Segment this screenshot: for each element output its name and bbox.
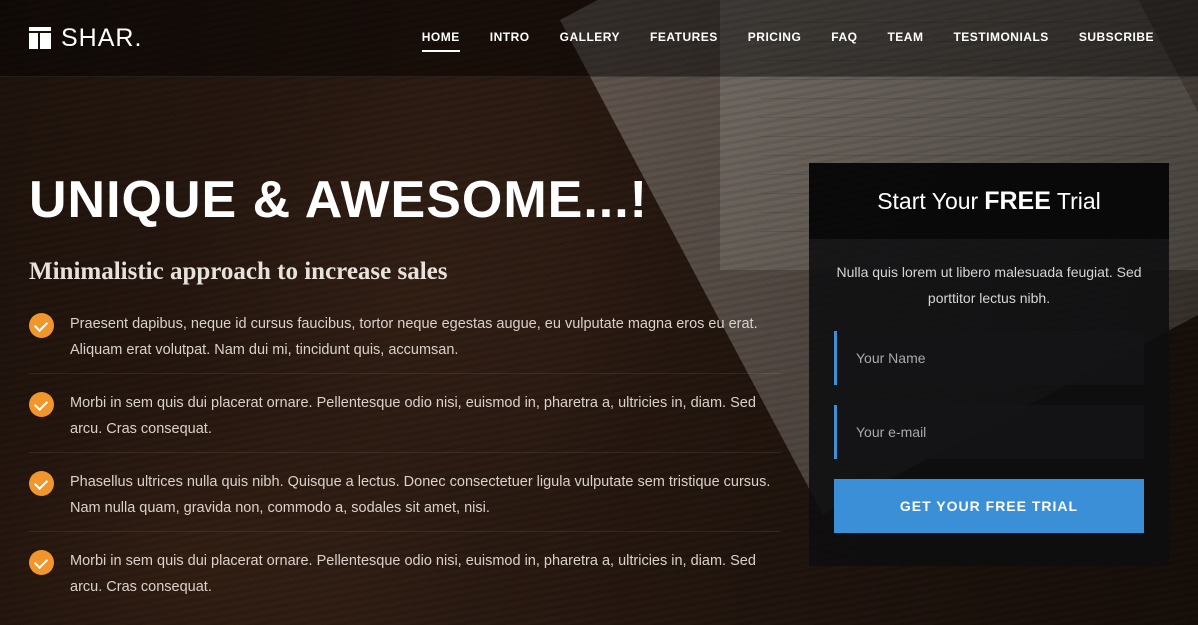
check-circle-icon [29, 392, 54, 417]
email-input[interactable] [834, 405, 1144, 459]
trial-title-start: Start Your [877, 187, 979, 214]
nav-item-faq[interactable]: FAQ [831, 30, 857, 50]
feature-text: Morbi in sem quis dui placerat ornare. P… [70, 553, 756, 595]
free-trial-panel: Start Your FREE Trial Nulla quis lorem u… [809, 163, 1169, 566]
feature-item: Morbi in sem quis dui placerat ornare. P… [29, 384, 781, 453]
check-circle-icon [29, 471, 54, 496]
feature-text: Morbi in sem quis dui placerat ornare. P… [70, 395, 756, 437]
nav-item-subscribe[interactable]: SUBSCRIBE [1079, 30, 1154, 50]
brand-grid-icon [29, 27, 51, 49]
main-menu: HOME INTRO GALLERY FEATURES PRICING FAQ … [392, 30, 1154, 52]
trial-description: Nulla quis lorem ut libero malesuada feu… [836, 264, 1142, 306]
hero-headline: UNIQUE & AWESOME...! [29, 171, 648, 229]
trial-signup-form: GET YOUR FREE TRIAL [809, 331, 1169, 533]
feature-item: Morbi in sem quis dui placerat ornare. P… [29, 542, 781, 610]
feature-item: Phasellus ultrices nulla quis nibh. Quis… [29, 463, 781, 532]
check-circle-icon [29, 313, 54, 338]
trial-panel-title: Start Your FREE Trial [809, 163, 1169, 239]
check-circle-icon [29, 550, 54, 575]
name-input[interactable] [834, 331, 1144, 385]
feature-text: Praesent dapibus, neque id cursus faucib… [70, 316, 758, 358]
trial-title-bold: FREE [984, 186, 1051, 215]
feature-text: Phasellus ultrices nulla quis nibh. Quis… [70, 474, 771, 516]
brand-logo-link[interactable]: SHAR. [29, 24, 142, 52]
trial-title-end: Trial [1056, 187, 1101, 214]
nav-item-intro[interactable]: INTRO [490, 30, 530, 50]
nav-item-features[interactable]: FEATURES [650, 30, 718, 50]
nav-item-home[interactable]: HOME [421, 30, 460, 52]
nav-item-testimonials[interactable]: TESTIMONIALS [953, 30, 1048, 50]
brand-name: SHAR. [61, 23, 143, 52]
nav-item-team[interactable]: TEAM [887, 30, 923, 50]
feature-list: Praesent dapibus, neque id cursus faucib… [29, 305, 781, 620]
feature-item: Praesent dapibus, neque id cursus faucib… [29, 305, 781, 374]
nav-item-pricing[interactable]: PRICING [748, 30, 802, 50]
hero-subheadline: Minimalistic approach to increase sales [29, 258, 448, 285]
top-navigation: SHAR. HOME INTRO GALLERY FEATURES PRICIN… [0, 0, 1198, 77]
nav-item-gallery[interactable]: GALLERY [560, 30, 620, 50]
get-free-trial-button[interactable]: GET YOUR FREE TRIAL [834, 479, 1144, 533]
